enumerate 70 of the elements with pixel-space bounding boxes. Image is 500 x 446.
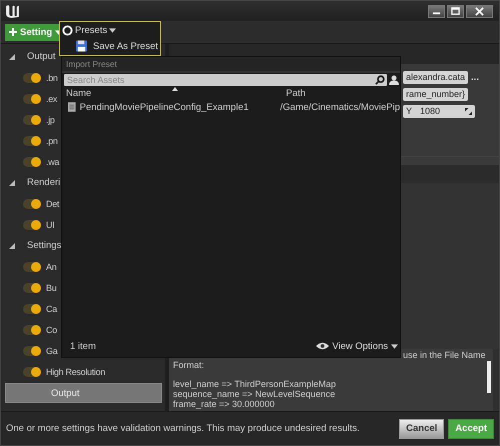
toggle-switch[interactable] (23, 366, 41, 376)
column-header[interactable]: Path (286, 88, 306, 98)
warning-message: One or more settings have validation warnings. This may produce undesired results. (6, 423, 360, 434)
setting-item[interactable]: Det (46, 198, 60, 208)
circle-icon (62, 25, 73, 36)
plus-icon (9, 28, 17, 36)
setting-item[interactable]: An (46, 262, 56, 272)
eye-icon (316, 342, 330, 350)
format-line: sequence_name => NewLevelSequence (173, 389, 336, 400)
number-field[interactable]: Y 1080 (403, 104, 475, 118)
toggle-switch[interactable] (23, 72, 41, 82)
asset-name[interactable]: PendingMoviePipelineConfig_Example1 (80, 102, 280, 112)
description-text: use in the File Name (403, 350, 486, 360)
setting-item[interactable]: Ca (46, 304, 57, 314)
expand-arrow-icon[interactable] (9, 54, 15, 60)
section-label: Settings (27, 240, 62, 251)
format-line: frame_rate => 30.000000 (173, 398, 275, 409)
browse-button[interactable]: ... (471, 72, 479, 82)
setting-item[interactable]: High Resolution (46, 366, 106, 376)
toggle-switch[interactable] (23, 282, 41, 292)
toggle-switch[interactable] (23, 324, 41, 334)
toggle-switch[interactable] (23, 156, 41, 166)
expand-icon (465, 108, 472, 114)
setting-item[interactable]: .wa (46, 156, 60, 166)
selected-setting-row[interactable]: Output (5, 383, 162, 403)
section-heading: Import Preset (66, 59, 118, 69)
toggle-switch[interactable] (23, 198, 41, 208)
setting-item[interactable]: Co (46, 324, 57, 334)
toggle-switch[interactable] (23, 114, 41, 124)
expand-arrow-icon[interactable] (9, 180, 15, 186)
scrollbar-thumb[interactable] (487, 361, 491, 393)
setting-item[interactable]: Bu (46, 282, 56, 292)
expand-arrow-icon[interactable] (9, 242, 15, 248)
search-field[interactable]: Search Assets (64, 74, 387, 86)
setting-item[interactable]: .pn (46, 136, 58, 146)
toggle-switch[interactable] (23, 346, 41, 356)
format-label: Format: (173, 360, 204, 370)
save-as-preset-item[interactable]: Save As Preset (62, 38, 158, 54)
asset-path: /Game/Cinematics/MoviePip (280, 102, 400, 112)
toggle-switch[interactable] (23, 304, 41, 314)
text-field[interactable]: rame_number} (403, 88, 468, 100)
close-button[interactable] (466, 4, 493, 18)
toggle-switch[interactable] (23, 262, 41, 272)
view-options-button[interactable]: View Options (316, 338, 398, 354)
search-icon[interactable] (375, 75, 385, 85)
cancel-button[interactable]: Cancel (399, 418, 444, 438)
setting-item[interactable]: .bn (46, 72, 58, 82)
caret-icon (109, 28, 116, 33)
setting-item[interactable]: Ga (46, 346, 58, 356)
setting-item[interactable]: .ex (46, 94, 58, 104)
logo-icon (5, 4, 20, 18)
maximize-button[interactable] (447, 4, 464, 18)
column-header[interactable]: Name (66, 88, 286, 98)
setting-item[interactable]: UI (46, 220, 54, 230)
setting-item[interactable]: .jp (46, 114, 55, 124)
save-icon (76, 40, 88, 52)
item-count: 1 item (70, 340, 96, 352)
toggle-switch[interactable] (23, 136, 41, 146)
toggle-switch[interactable] (23, 94, 41, 104)
text-field[interactable]: alexandra.cata (403, 70, 468, 84)
sort-arrow-icon[interactable] (172, 87, 178, 91)
section-label: Output (27, 51, 56, 62)
document-icon (68, 102, 76, 112)
close-icon (475, 6, 484, 16)
maximize-icon (451, 6, 460, 16)
minimize-button[interactable] (428, 4, 445, 18)
format-line: level_name => ThirdPersonExampleMap (173, 379, 336, 390)
user-icon[interactable] (389, 75, 399, 85)
toggle-switch[interactable] (23, 220, 41, 230)
section-label: Renderi (27, 177, 60, 188)
